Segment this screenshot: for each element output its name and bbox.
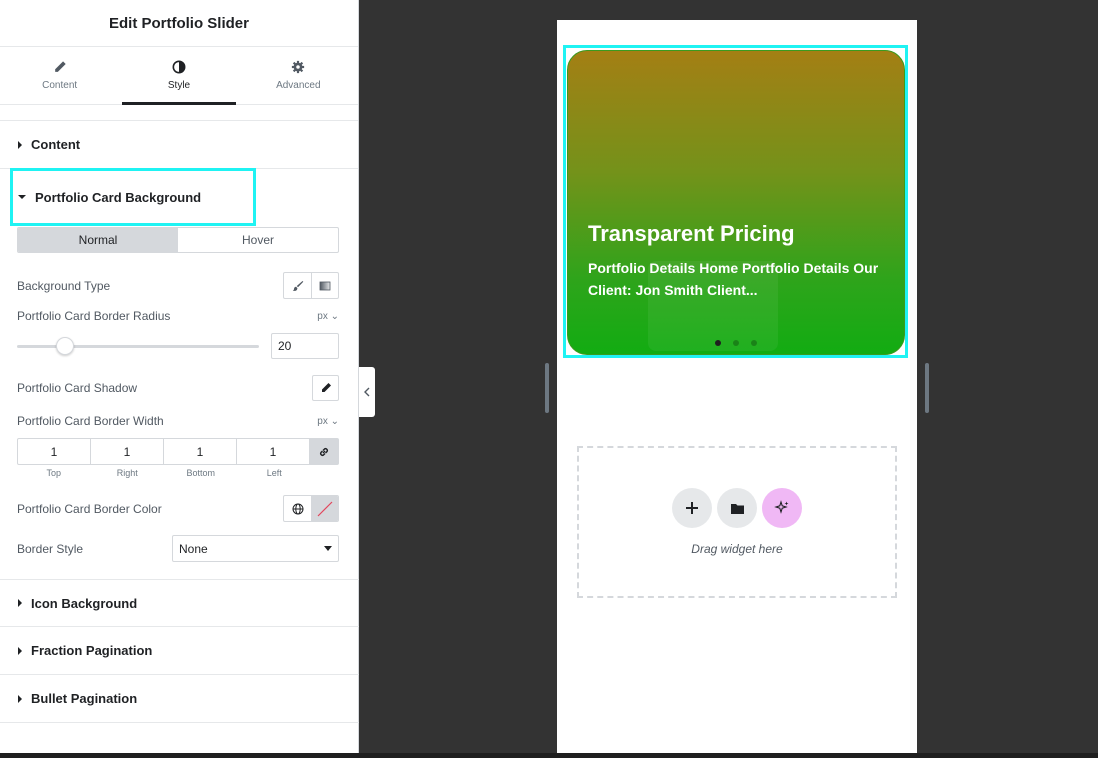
background-type-row: Background Type <box>17 272 339 299</box>
card-background-controls: Normal Hover Background Type Portfolio C… <box>17 227 339 562</box>
border-radius-input[interactable]: 20 <box>271 333 339 359</box>
caret-right-icon <box>18 694 22 703</box>
border-width-left[interactable]: 1 <box>237 439 310 464</box>
panel-tabs: Content Style Advanced <box>0 47 358 105</box>
bottom-bar <box>0 753 1098 758</box>
caret-right-icon <box>18 140 22 149</box>
card-description: Portfolio Details Home Portfolio Details… <box>588 260 879 298</box>
plus-icon <box>686 502 698 514</box>
card-title: Transparent Pricing <box>588 221 795 246</box>
state-hover-tab[interactable]: Hover <box>178 228 338 252</box>
gradient-icon[interactable] <box>311 273 338 298</box>
state-normal-tab[interactable]: Normal <box>18 228 178 252</box>
shadow-row: Portfolio Card Shadow <box>17 375 339 401</box>
border-radius-label: Portfolio Card Border Radius <box>17 309 171 323</box>
dim-label-top: Top <box>46 468 61 478</box>
shadow-edit-button[interactable] <box>312 375 339 401</box>
border-style-label: Border Style <box>17 541 84 556</box>
link-icon <box>320 447 328 456</box>
border-width-unit-text: px <box>317 415 328 427</box>
tab-style[interactable]: Style <box>119 47 238 105</box>
border-radius-unit[interactable]: px ⌄ <box>317 311 339 322</box>
border-radius-unit-text: px <box>317 310 328 322</box>
dropdown-arrow-icon <box>324 546 332 551</box>
section-card-background[interactable]: Portfolio Card Background <box>10 168 256 226</box>
border-color-row: Portfolio Card Border Color <box>17 495 339 522</box>
pencil-icon <box>54 61 66 72</box>
border-radius-slider-track[interactable] <box>17 345 259 348</box>
border-width-row: Portfolio Card Border Width px ⌄ <box>17 414 339 428</box>
section-card-background-label: Portfolio Card Background <box>35 189 202 205</box>
section-fraction-pagination[interactable]: Fraction Pagination <box>0 627 359 675</box>
background-type-label: Background Type <box>17 278 111 293</box>
ai-generate-button[interactable] <box>762 488 802 528</box>
dim-label-right: Right <box>116 468 138 478</box>
section-content-label: Content <box>31 137 81 152</box>
border-style-value: None <box>179 541 208 556</box>
resize-handle-left[interactable] <box>545 363 549 413</box>
folder-icon <box>730 503 744 514</box>
shadow-label: Portfolio Card Shadow <box>17 381 138 395</box>
background-type-group <box>283 272 339 299</box>
section-bullet-pagination-label: Bullet Pagination <box>31 691 138 706</box>
section-bullet-pagination[interactable]: Bullet Pagination <box>0 675 359 723</box>
tab-style-label: Style <box>167 80 191 91</box>
border-width-top[interactable]: 1 <box>18 439 91 464</box>
sparkle-icon <box>774 500 789 514</box>
caret-right-icon <box>18 646 22 655</box>
resize-handle-right[interactable] <box>925 363 929 413</box>
border-radius-row: Portfolio Card Border Radius px ⌄ <box>17 309 339 323</box>
border-width-labels: Top Right Bottom Left <box>17 468 311 478</box>
border-style-row: Border Style None <box>17 535 339 562</box>
portfolio-card[interactable]: Transparent Pricing Portfolio Details Ho… <box>567 50 905 355</box>
section-content[interactable]: Content <box>0 121 358 169</box>
chevron-left-icon <box>364 387 370 397</box>
border-width-unit[interactable]: px ⌄ <box>317 416 339 427</box>
pagination-dot[interactable] <box>715 340 721 346</box>
tab-advanced-label: Advanced <box>276 80 321 91</box>
collapse-panel-button[interactable] <box>359 367 375 417</box>
border-radius-slider-handle[interactable] <box>56 337 74 355</box>
color-swatch-empty[interactable] <box>311 496 338 521</box>
link-values-button[interactable] <box>310 439 338 464</box>
border-color-group <box>283 495 339 522</box>
globe-icon[interactable] <box>284 496 311 521</box>
border-width-inputs: 1 1 1 1 <box>17 438 339 465</box>
pagination-dot[interactable] <box>733 340 739 346</box>
pencil-icon <box>321 383 331 392</box>
add-template-button[interactable] <box>717 488 757 528</box>
caret-down-icon <box>18 195 26 199</box>
tab-divider <box>0 105 358 121</box>
caret-right-icon <box>18 599 22 607</box>
brush-icon[interactable] <box>284 273 311 298</box>
border-width-right[interactable]: 1 <box>91 439 164 464</box>
section-icon-background[interactable]: Icon Background <box>0 579 359 627</box>
tab-content-label: Content <box>42 80 78 91</box>
section-fraction-pagination-label: Fraction Pagination <box>31 643 153 658</box>
gear-icon <box>292 60 305 74</box>
tab-content[interactable]: Content <box>0 47 119 104</box>
bullet-pagination <box>715 340 757 346</box>
border-style-select[interactable]: None <box>172 535 339 562</box>
border-width-label: Portfolio Card Border Width <box>17 414 164 428</box>
contrast-icon <box>172 60 186 74</box>
add-section-button[interactable] <box>672 488 712 528</box>
pagination-dot[interactable] <box>751 340 757 346</box>
state-switcher: Normal Hover <box>17 227 339 253</box>
border-width-bottom[interactable]: 1 <box>164 439 237 464</box>
dim-label-bottom: Bottom <box>186 468 215 478</box>
border-color-label: Portfolio Card Border Color <box>17 501 162 516</box>
panel-title: Edit Portfolio Slider <box>0 0 358 47</box>
tab-advanced[interactable]: Advanced <box>239 47 358 104</box>
section-icon-background-label: Icon Background <box>31 595 138 611</box>
drag-widget-hint: Drag widget here <box>691 542 783 556</box>
dim-label-left: Left <box>266 468 282 478</box>
